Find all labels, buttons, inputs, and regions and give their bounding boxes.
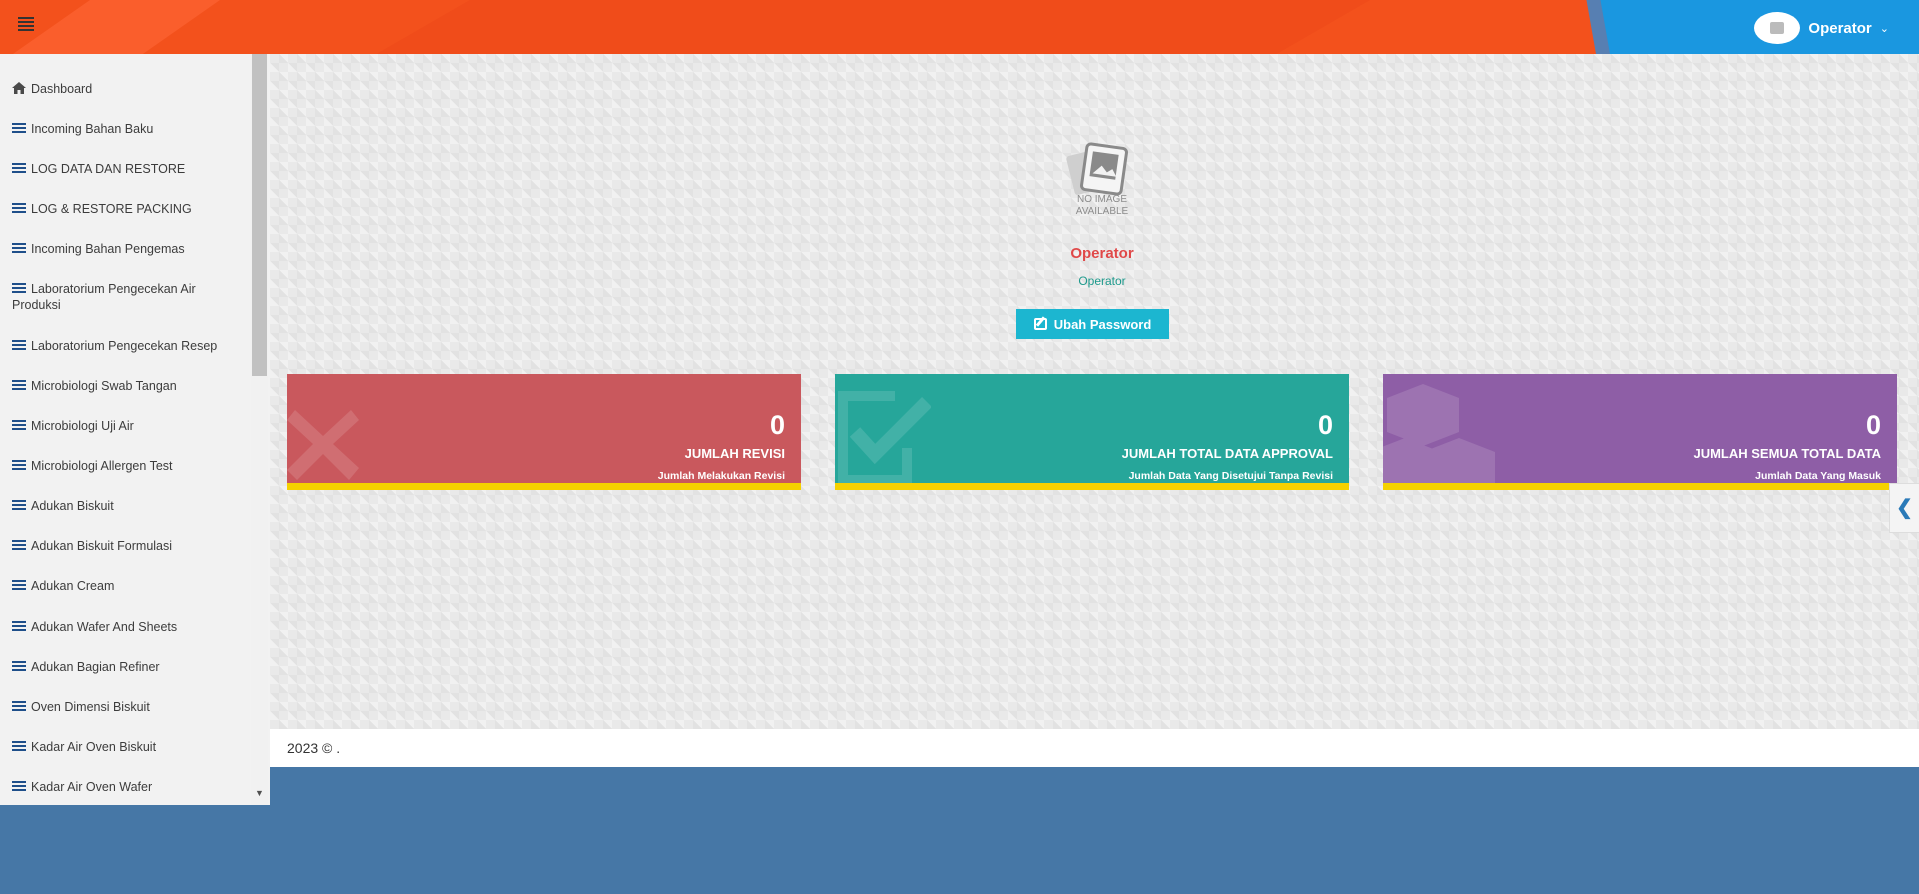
sidebar-item-incoming-bahan-baku[interactable]: Incoming Bahan Baku [12, 121, 248, 137]
stat-subtitle: Jumlah Melakukan Revisi [657, 470, 785, 482]
change-password-label: Ubah Password [1053, 316, 1152, 332]
header-decoration [376, 0, 1371, 54]
sidebar-item-label: Incoming Bahan Baku [31, 122, 154, 136]
sidebar-item-micro-swab-tangan[interactable]: Microbiologi Swab Tangan [12, 378, 248, 394]
avatar [1754, 12, 1801, 44]
sidebar-item-label: Incoming Bahan Pengemas [31, 242, 185, 256]
chevron-down-icon: ⌄ [1879, 22, 1889, 35]
list-icon [12, 660, 26, 672]
card-bottom-bar [1383, 483, 1897, 490]
card-bottom-bar [287, 483, 801, 490]
sidebar-item-label: LOG & RESTORE PACKING [31, 202, 192, 216]
sidebar-item-adukan-wafer-sheets[interactable]: Adukan Wafer And Sheets [12, 619, 248, 635]
list-icon [12, 419, 26, 431]
user-menu[interactable]: Operator ⌄ [1754, 12, 1889, 44]
check-square-icon [838, 391, 931, 484]
sidebar-item-label: Adukan Biskuit [31, 499, 114, 513]
card-bottom-bar [835, 483, 1349, 490]
sidebar-item-label: Adukan Bagian Refiner [31, 660, 160, 674]
list-icon [12, 379, 26, 391]
sidebar-item-lab-air-produksi[interactable]: Laboratorium Pengecekan Air Produksi [12, 281, 227, 313]
sidebar-item-label: Oven Dimensi Biskuit [31, 700, 150, 714]
main-content: NO IMAGE AVAILABLE Operator Operator Uba… [270, 54, 1919, 767]
user-name: Operator [1808, 19, 1872, 37]
list-icon [12, 539, 26, 551]
header-decoration [12, 0, 221, 54]
sidebar-item-label: Kadar Air Oven Biskuit [31, 740, 157, 754]
change-password-button[interactable]: Ubah Password [1016, 309, 1169, 339]
list-icon [12, 339, 26, 351]
stat-card-approval: 0 JUMLAH TOTAL DATA APPROVAL Jumlah Data… [835, 374, 1349, 490]
sidebar-item-label: Laboratorium Pengecekan Resep [31, 339, 218, 353]
sidebar-item-label: Microbiologi Uji Air [31, 419, 134, 433]
sidebar-item-adukan-refiner[interactable]: Adukan Bagian Refiner [12, 659, 248, 675]
list-icon [12, 780, 26, 792]
sidebar-item-log-data-dan-restore[interactable]: LOG DATA DAN RESTORE [12, 161, 248, 177]
sidebar-item-label: Kadar Air Oven Wafer [31, 780, 153, 794]
chevron-left-icon[interactable]: ❮ [1889, 483, 1919, 533]
stat-title: JUMLAH SEMUA TOTAL DATA [1693, 446, 1881, 461]
sidebar-item-micro-allergen-test[interactable]: Microbiologi Allergen Test [12, 458, 248, 474]
sidebar-item-label: Adukan Wafer And Sheets [31, 620, 178, 634]
stat-card-total-data: 0 JUMLAH SEMUA TOTAL DATA Jumlah Data Ya… [1383, 374, 1897, 490]
list-icon [12, 162, 26, 174]
sidebar-scrollbar-thumb[interactable] [252, 54, 267, 376]
list-icon [12, 499, 26, 511]
hamburger-menu-icon[interactable] [18, 17, 34, 31]
top-navbar: Operator ⌄ [0, 0, 1919, 54]
stat-subtitle: Jumlah Data Yang Disetujui Tanpa Revisi [1128, 470, 1333, 482]
edit-icon [1033, 318, 1047, 330]
stat-value: 0 [769, 410, 785, 440]
sidebar-item-kadar-air-oven-wafer[interactable]: Kadar Air Oven Wafer [12, 779, 248, 795]
profile-name: Operator [1070, 245, 1134, 262]
sidebar-item-label: Adukan Biskuit Formulasi [31, 539, 173, 553]
list-icon [12, 459, 26, 471]
list-icon [12, 282, 26, 294]
profile-role: Operator [1078, 274, 1126, 288]
sidebar-item-adukan-cream[interactable]: Adukan Cream [12, 578, 248, 594]
sidebar-item-label: Dashboard [31, 82, 93, 96]
sidebar-item-dashboard[interactable]: Dashboard [12, 81, 248, 97]
stat-value: 0 [1865, 410, 1881, 440]
sidebar-item-label: Adukan Cream [31, 579, 115, 593]
list-icon [12, 740, 26, 752]
list-icon [12, 202, 26, 214]
list-icon [12, 242, 26, 254]
sidebar-item-adukan-biskuit[interactable]: Adukan Biskuit [12, 498, 248, 514]
sidebar-item-lab-pengecekan-resep[interactable]: Laboratorium Pengecekan Resep [12, 338, 248, 354]
list-icon [12, 122, 26, 134]
scroll-down-arrow-icon[interactable]: ▼ [252, 785, 267, 801]
list-icon [12, 620, 26, 632]
sidebar-item-micro-uji-air[interactable]: Microbiologi Uji Air [12, 418, 248, 434]
stat-title: JUMLAH REVISI [684, 446, 785, 461]
home-icon [12, 82, 26, 94]
sidebar-item-oven-dimensi-biskuit[interactable]: Oven Dimensi Biskuit [12, 699, 248, 715]
sidebar: Dashboard Incoming Bahan Baku LOG DATA D… [0, 54, 270, 805]
sidebar-item-incoming-bahan-pengemas[interactable]: Incoming Bahan Pengemas [12, 241, 248, 257]
sidebar-item-label: Laboratorium Pengecekan Air Produksi [12, 282, 196, 312]
sidebar-item-adukan-biskuit-formulasi[interactable]: Adukan Biskuit Formulasi [12, 538, 248, 554]
sidebar-item-label: Microbiologi Swab Tangan [31, 379, 177, 393]
stat-subtitle: Jumlah Data Yang Masuk [1755, 470, 1881, 482]
sidebar-item-log-restore-packing[interactable]: LOG & RESTORE PACKING [12, 201, 248, 217]
sidebar-item-label: Microbiologi Allergen Test [31, 459, 173, 473]
footer-copyright: 2023 © . [287, 740, 341, 756]
sidebar-item-label: LOG DATA DAN RESTORE [31, 162, 186, 176]
times-icon [287, 410, 359, 480]
cubes-icon [1383, 384, 1495, 490]
no-image-text: NO IMAGE AVAILABLE [1075, 194, 1129, 217]
footer: 2023 © . [270, 729, 1919, 767]
stat-value: 0 [1317, 410, 1333, 440]
stat-card-revisi: 0 JUMLAH REVISI Jumlah Melakukan Revisi [287, 374, 801, 490]
list-icon [12, 700, 26, 712]
list-icon [12, 579, 26, 591]
sidebar-item-kadar-air-oven-biskuit[interactable]: Kadar Air Oven Biskuit [12, 739, 248, 755]
stat-title: JUMLAH TOTAL DATA APPROVAL [1121, 446, 1333, 461]
